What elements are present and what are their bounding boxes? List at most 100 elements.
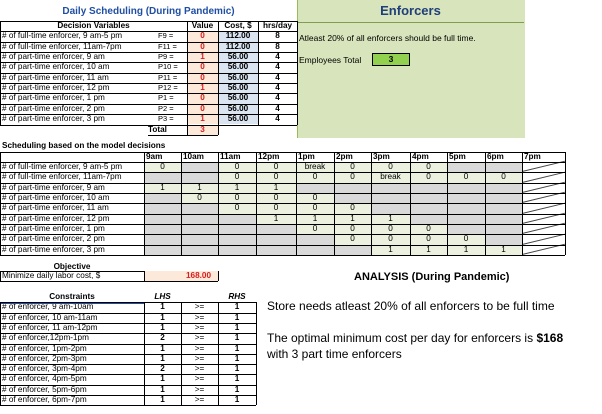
schedule-cell-value: 1 (350, 213, 355, 223)
decision-value[interactable]: 0 (187, 73, 218, 83)
enforcers-note: Atleast 20% of all enforcers should be f… (299, 33, 476, 43)
schedule-cell-value: 0 (273, 203, 279, 213)
decision-hrs: 4 (275, 72, 280, 82)
schedule-row-label: # of part-time enforcer, 9 am (2, 182, 105, 192)
schedule-cell-value: 0 (312, 192, 318, 202)
decision-value[interactable]: 0 (187, 42, 218, 52)
schedule-cell-bg (485, 234, 522, 245)
grid-hline (0, 72, 297, 74)
decision-hrs: 8 (275, 31, 280, 41)
grid-vline (485, 151, 486, 255)
enforcers-title: Enforcers (380, 3, 441, 18)
grid-hline (0, 83, 297, 85)
employees-total-value[interactable]: 3 (372, 53, 410, 66)
grid-hline (0, 213, 565, 215)
page-title: Daily Scheduling (During Pandemic) (62, 6, 235, 17)
schedule-cell-value: 0 (312, 203, 318, 213)
schedule-cell-bg (371, 192, 410, 204)
schedule-title: Scheduling based on the model decisions (2, 141, 166, 150)
schedule-cell-value: 0 (312, 223, 318, 233)
constraint-lhs: 1 (160, 322, 165, 332)
decision-value[interactable]: 1 (187, 52, 218, 62)
schedule-cell-value: 0 (388, 234, 393, 244)
grid-hline (0, 234, 565, 236)
grid-hline (0, 182, 565, 184)
enforcers-panel (297, 0, 525, 138)
schedule-cell-value: 0 (273, 192, 279, 202)
grid-vline (0, 21, 1, 125)
decision-cost: 112.00 (225, 41, 251, 51)
schedule-hatched-cell (522, 181, 566, 193)
grid-vline (187, 21, 188, 125)
header-decision-variables: Decision Variables (57, 21, 130, 30)
constraint-lhs: 1 (160, 353, 165, 363)
constraint-rhs: 1 (234, 374, 240, 384)
constraint-lhs: 2 (160, 333, 165, 343)
objective-value[interactable]: 168.00 (186, 271, 218, 281)
schedule-cell-value: 1 (273, 213, 279, 223)
grid-hline (0, 31, 297, 33)
header-lhs: LHS (154, 292, 171, 301)
total-value[interactable]: 3 (187, 125, 218, 135)
constraint-lhs: 1 (160, 312, 165, 322)
grid-vline (181, 302, 182, 406)
schedule-cell-bg (371, 182, 410, 193)
constraint-lhs: 1 (160, 374, 165, 384)
grid-vline (565, 151, 566, 255)
schedule-hour-header: 3pm (373, 151, 390, 161)
decision-cost: 112.00 (225, 31, 251, 41)
decision-value[interactable]: 0 (187, 62, 218, 72)
decision-label: # of part-time enforcer, 1 pm (2, 93, 105, 103)
constraint-name: # of enforcer, 2pm-3pm (2, 353, 87, 363)
schedule-cell-bg (371, 203, 410, 214)
header-cost: Cost, $ (224, 21, 252, 30)
decision-value[interactable]: 1 (187, 114, 218, 124)
schedule-hour-header: 7pm (524, 151, 541, 161)
decision-symbol: P3 = (158, 114, 174, 124)
constraint-op: >= (194, 364, 205, 374)
constraint-name: # of enforcer,12pm-1pm (2, 333, 89, 343)
schedule-row-label: # of part-time enforcer, 2 pm (2, 234, 105, 244)
constraint-rhs: 1 (234, 312, 240, 322)
schedule-hour-header: 2pm (336, 151, 353, 161)
grid-hline (0, 192, 565, 194)
schedule-cell-bg (144, 213, 181, 224)
schedule-hatched-cell (522, 243, 566, 255)
schedule-cell-bg (181, 172, 218, 183)
grid-vline (144, 302, 145, 406)
schedule-row-label: # of part-time enforcer, 12 pm (2, 213, 110, 223)
schedule-hatched-cell (522, 160, 566, 173)
decision-value[interactable]: 0 (187, 104, 218, 114)
grid-vline (447, 151, 448, 255)
constraint-name: # of enforcer, 11 am-12pm (2, 322, 98, 332)
decision-value[interactable]: 0 (187, 93, 218, 103)
schedule-hour-header: 10am (183, 151, 204, 161)
decision-hrs: 4 (275, 93, 280, 103)
constraint-name: # of enforcer, 6pm-7pm (2, 395, 87, 404)
schedule-cell-bg (485, 192, 522, 204)
decision-hrs: 4 (275, 103, 280, 113)
decision-value[interactable]: 0 (187, 31, 218, 41)
constraint-rhs: 1 (234, 343, 240, 353)
grid-vline (410, 151, 411, 255)
decision-symbol: F9 = (158, 31, 174, 41)
constraint-rhs: 1 (234, 322, 240, 332)
schedule-cell-value: 0 (234, 192, 240, 202)
schedule-cell-bg (218, 213, 256, 224)
schedule-cell-value: 0 (388, 223, 393, 233)
schedule-hour-header: 5pm (449, 151, 466, 161)
grid-hline (0, 151, 565, 153)
grid-hline (0, 161, 565, 163)
schedule-cell-bg (144, 223, 181, 235)
analysis-cost-highlight: $168 (536, 331, 564, 345)
constraint-name: # of enforcer, 1pm-2pm (2, 343, 87, 353)
schedule-cell-bg (447, 203, 485, 214)
decision-value[interactable]: 1 (187, 83, 218, 93)
constraint-op: >= (194, 322, 205, 332)
schedule-cell-bg (334, 182, 371, 193)
schedule-cell-bg (218, 223, 256, 235)
grid-vline (218, 124, 219, 135)
grid-vline (218, 21, 219, 125)
decision-symbol: P2 = (158, 103, 174, 113)
decision-symbol: P1 = (158, 93, 174, 103)
